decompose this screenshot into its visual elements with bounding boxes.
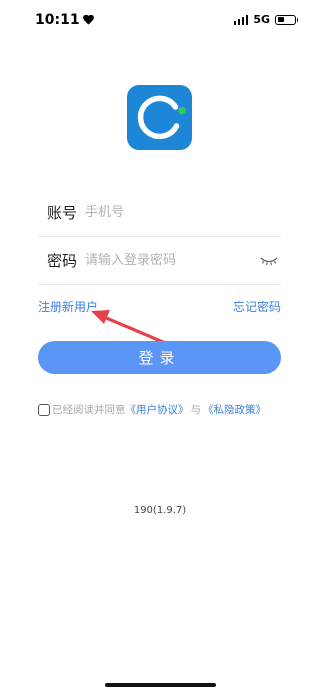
logo-ring-icon	[137, 95, 186, 140]
privacy-policy-link[interactable]: 《私隐政策》	[203, 402, 266, 417]
password-row: 密码	[38, 236, 281, 285]
agreement-conjunction: 与	[190, 404, 202, 416]
eye-closed-icon[interactable]	[259, 252, 279, 268]
version-label: 190(1.9.7)	[133, 505, 187, 516]
heart-icon	[82, 15, 94, 25]
home-indicator[interactable]	[105, 683, 216, 687]
account-label: 账号	[47, 203, 78, 222]
status-indicators: 5G	[233, 13, 298, 26]
account-input[interactable]	[85, 204, 281, 220]
account-row: 账号	[38, 188, 281, 237]
register-link[interactable]: 注册新用户	[38, 298, 98, 315]
battery-icon	[275, 14, 298, 25]
app-logo	[127, 85, 192, 150]
password-label: 密码	[47, 251, 78, 270]
status-time: 10:11	[35, 12, 94, 28]
password-input[interactable]	[85, 252, 259, 268]
status-bar: 10:11 5G	[0, 0, 320, 40]
agreement-row: 已经阅读并同意 《用户协议》 与 《私隐政策》	[38, 402, 266, 417]
logo-dot	[178, 106, 186, 115]
agree-checkbox[interactable]	[38, 403, 50, 416]
login-button[interactable]: 登录	[38, 341, 281, 374]
agreement-prefix: 已经阅读并同意	[52, 404, 126, 416]
forgot-password-link[interactable]: 忘记密码	[233, 298, 281, 315]
signal-icon	[233, 14, 249, 25]
network-type: 5G	[253, 13, 270, 26]
battery-fill	[277, 16, 285, 22]
status-time-text: 10:11	[35, 12, 80, 28]
user-agreement-link[interactable]: 《用户协议》	[126, 402, 189, 417]
